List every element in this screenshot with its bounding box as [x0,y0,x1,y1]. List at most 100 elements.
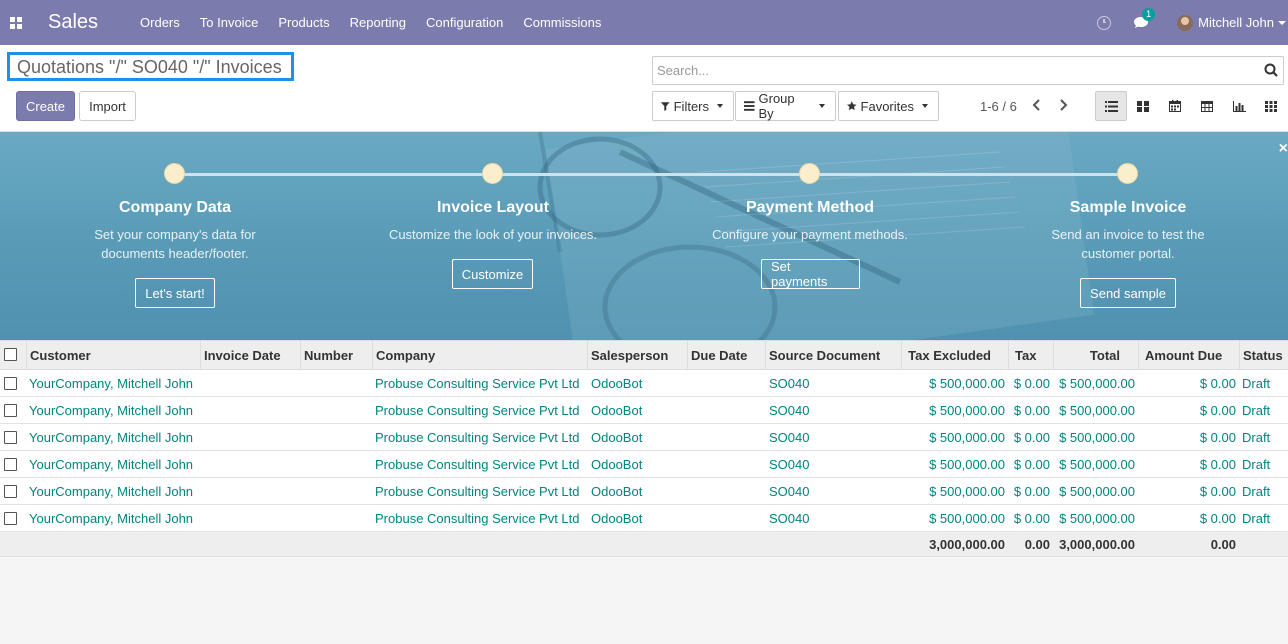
cell-status: Draft [1242,511,1271,526]
apps-menu-icon[interactable] [0,0,32,45]
column-invoice-date[interactable]: Invoice Date [201,341,301,370]
column-tax[interactable]: Tax [1009,341,1054,370]
favorites-button[interactable]: Favorites [838,91,939,121]
row-checkbox[interactable] [4,377,17,390]
menu-to-invoice[interactable]: To Invoice [200,15,259,30]
cell-total: $ 500,000.00 [1059,376,1135,391]
group-by-caret-icon [819,104,825,108]
activity-clock-icon[interactable] [1097,15,1112,30]
user-name[interactable]: Mitchell John [1198,15,1274,30]
column-company[interactable]: Company [373,341,588,370]
view-switcher [1095,91,1287,121]
cell-tax: $ 0.00 [1013,484,1050,499]
step-desc-invoice-layout: Customize the look of your invoices. [388,227,598,242]
column-total[interactable]: Total [1054,341,1139,370]
filters-button[interactable]: Filters [652,91,734,121]
row-checkbox[interactable] [4,512,17,525]
menu-products[interactable]: Products [278,15,329,30]
cell-number [304,451,373,478]
calendar-view-icon[interactable] [1159,91,1191,121]
app-name[interactable]: Sales [48,11,98,34]
column-customer[interactable]: Customer [26,341,201,370]
cell-company: Probuse Consulting Service Pvt Ltd [375,511,580,526]
cell-source-document: SO040 [769,457,810,472]
group-by-button[interactable]: Group By [735,91,836,121]
cell-due-date [691,451,766,478]
close-banner-icon[interactable]: × [1279,140,1288,158]
lets-start-button[interactable]: Let's start! [135,278,215,308]
row-checkbox[interactable] [4,458,17,471]
pager-previous-icon[interactable] [1028,96,1044,114]
cell-status: Draft [1242,376,1271,391]
column-amount-due[interactable]: Amount Due [1139,341,1240,370]
table-row[interactable]: YourCompany, Mitchell John Probuse Consul… [0,397,1288,424]
user-avatar[interactable] [1177,14,1194,31]
table-row[interactable]: YourCompany, Mitchell John Probuse Consul… [0,478,1288,505]
cell-tax-excluded: $ 500,000.00 [929,430,1005,445]
step-dot-sample-invoice [1117,163,1138,184]
import-button[interactable]: Import [79,91,136,121]
invoices-table: Customer Invoice Date Number Company Sal… [0,340,1288,557]
cell-tax: $ 0.00 [1013,511,1050,526]
customize-button[interactable]: Customize [452,259,533,289]
menu-reporting[interactable]: Reporting [350,15,406,30]
cell-amount-due: $ 0.00 [1199,430,1236,445]
menu-orders[interactable]: Orders [140,15,180,30]
cell-amount-due: $ 0.00 [1199,511,1236,526]
cell-tax-excluded: $ 500,000.00 [929,511,1005,526]
menu-commissions[interactable]: Commissions [523,15,601,30]
search-icon[interactable] [1264,63,1278,77]
table-header: Customer Invoice Date Number Company Sal… [0,340,1288,370]
table-row[interactable]: YourCompany, Mitchell John Probuse Consul… [0,451,1288,478]
column-tax-excluded[interactable]: Tax Excluded [902,341,1009,370]
cell-company: Probuse Consulting Service Pvt Ltd [375,376,580,391]
search-input[interactable] [657,57,1257,83]
set-payments-button[interactable]: Set payments [761,259,860,289]
cell-invoice-date [204,451,301,478]
row-checkbox[interactable] [4,485,17,498]
user-menu-caret-icon[interactable] [1278,20,1286,25]
step-dot-company-data [164,163,185,184]
chat-icon[interactable]: 1 [1133,7,1156,30]
table-row[interactable]: YourCompany, Mitchell John Probuse Consul… [0,424,1288,451]
table-row[interactable]: YourCompany, Mitchell John Probuse Consul… [0,370,1288,397]
column-source-document[interactable]: Source Document [766,341,902,370]
send-sample-button[interactable]: Send sample [1080,278,1176,308]
pager-next-icon[interactable] [1056,96,1072,114]
progress-line [175,173,1128,176]
cell-company: Probuse Consulting Service Pvt Ltd [375,457,580,472]
breadcrumb[interactable]: Quotations "/" SO040 "/" Invoices [7,52,294,81]
cell-total: $ 500,000.00 [1059,484,1135,499]
activity-view-icon[interactable] [1255,91,1287,121]
cell-due-date [691,397,766,424]
cell-source-document: SO040 [769,376,810,391]
cell-status: Draft [1242,430,1271,445]
select-all-checkbox[interactable] [4,348,17,361]
column-status[interactable]: Status [1240,341,1288,370]
cell-due-date [691,370,766,397]
pager-value[interactable]: 1-6 / 6 [980,99,1017,114]
kanban-view-icon[interactable] [1127,91,1159,121]
cell-number [304,478,373,505]
row-checkbox[interactable] [4,431,17,444]
cell-total: $ 500,000.00 [1059,457,1135,472]
cell-tax: $ 0.00 [1013,430,1050,445]
list-view-icon[interactable] [1095,91,1127,121]
table-row[interactable]: YourCompany, Mitchell John Probuse Consul… [0,505,1288,532]
step-desc-sample-invoice: Send an invoice to test the customer port… [1051,227,1205,261]
cell-tax-excluded: $ 500,000.00 [929,403,1005,418]
create-button[interactable]: Create [16,91,75,121]
favorites-caret-icon [922,104,928,108]
cell-salesperson: OdooBot [591,457,643,472]
column-salesperson[interactable]: Salesperson [588,341,688,370]
row-checkbox[interactable] [4,404,17,417]
total-tax: 0.00 [1024,537,1050,552]
graph-view-icon[interactable] [1223,91,1255,121]
favorites-label: Favorites [860,98,914,114]
total-tax-excluded: 3,000,000.00 [929,537,1005,552]
column-due-date[interactable]: Due Date [688,341,766,370]
filters-caret-icon [717,104,723,108]
menu-configuration[interactable]: Configuration [426,15,503,30]
column-number[interactable]: Number [301,341,373,370]
pivot-view-icon[interactable] [1191,91,1223,121]
